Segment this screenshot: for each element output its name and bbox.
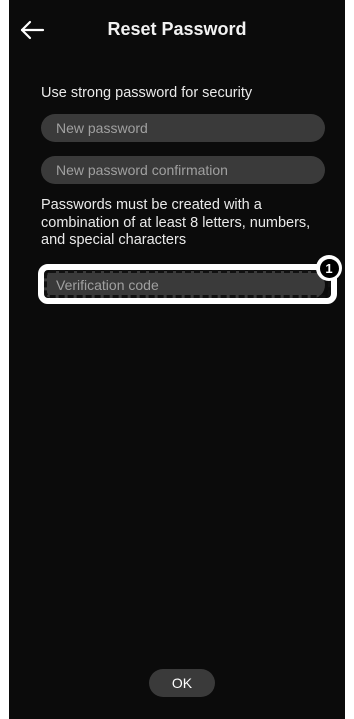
reset-password-screen: Reset Password Use strong password for s… — [9, 0, 345, 719]
header: Reset Password — [9, 0, 345, 60]
verification-code-input[interactable] — [41, 271, 325, 299]
page-title: Reset Password — [107, 19, 247, 39]
password-hint: Passwords must be created with a combina… — [41, 197, 311, 248]
callout-number: 1 — [319, 258, 339, 278]
ok-button[interactable]: OK — [149, 669, 215, 697]
callout-badge: 1 — [316, 255, 342, 281]
confirm-password-input[interactable] — [41, 156, 325, 184]
new-password-input[interactable] — [41, 114, 325, 142]
subtitle: Use strong password for security — [41, 85, 253, 101]
